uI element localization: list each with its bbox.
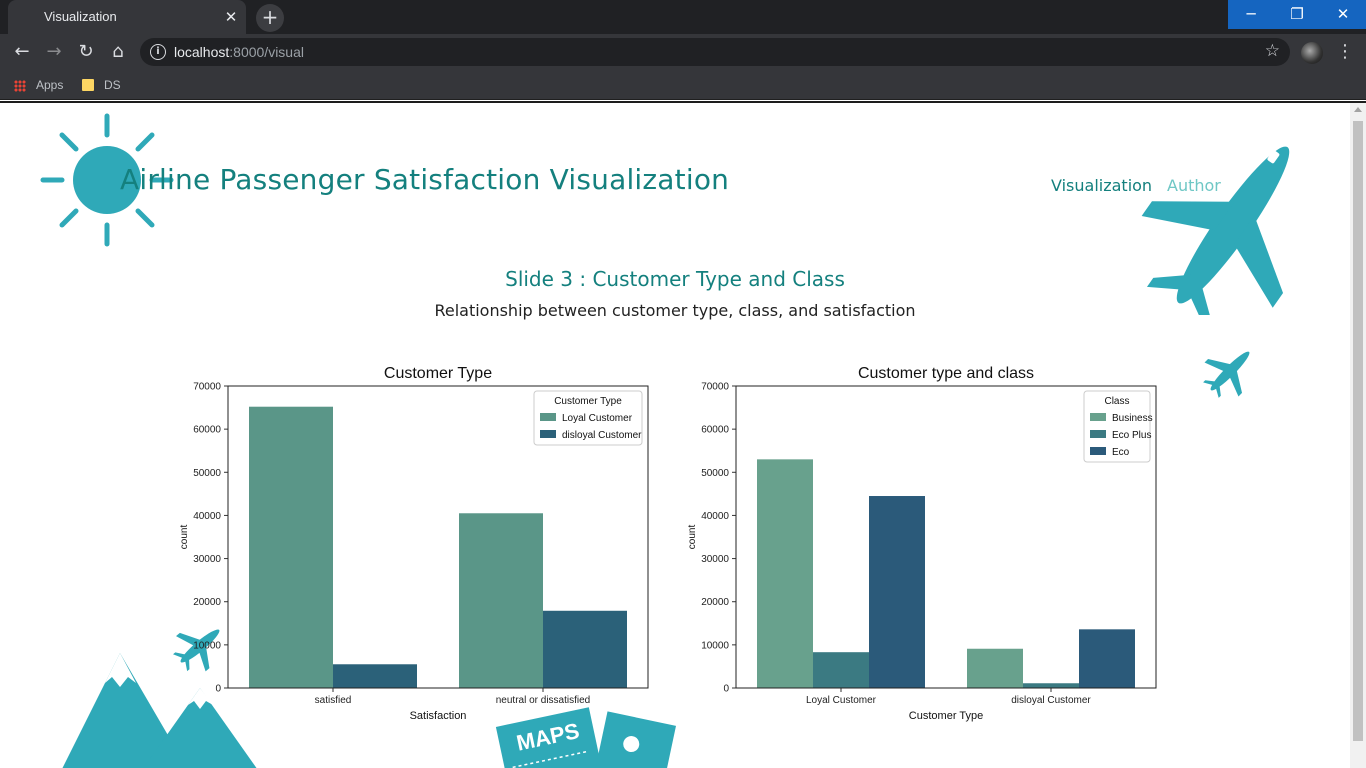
slide-title: Slide 3 : Customer Type and Class [505,267,845,291]
scroll-up-arrow-icon[interactable] [1354,107,1362,112]
legend-swatch [540,413,556,421]
address-bar[interactable]: i localhost:8000/visual ☆ [140,38,1290,66]
bar-loyal-customer [459,513,543,688]
x-tick-label: disloyal Customer [1011,695,1091,706]
bar-disloyal-customer [543,610,627,688]
url-text[interactable]: localhost:8000/visual [174,44,304,60]
browser-menu-icon[interactable]: ⋮ [1336,40,1354,64]
legend-label: Eco Plus [1112,430,1151,441]
page-scrollbar[interactable] [1350,103,1366,768]
y-tick-label: 40000 [701,511,729,522]
chart-customer-type-and-class: Customer type and class 0 10000 20000 30000 4… [687,365,1157,722]
bookmark-ds[interactable]: DS [82,76,121,94]
y-tick-label: 30000 [701,554,729,565]
y-tick-label: 70000 [701,382,729,393]
back-arrow-icon[interactable]: ← [10,40,34,64]
slide-subtitle: Relationship between customer type, clas… [434,301,916,320]
y-tick-label: 20000 [193,597,221,608]
profile-avatar[interactable] [1301,42,1323,64]
close-tab-icon[interactable]: ✕ [222,8,240,26]
x-tick-label: satisfied [315,695,352,706]
legend-label: Eco [1112,447,1130,458]
legend-title: Class [1104,396,1129,407]
bookmark-apps-label: Apps [36,78,64,92]
nav-link-author[interactable]: Author [1167,176,1221,195]
y-tick-label: 0 [723,684,729,695]
legend-label: disloyal Customer [562,430,642,441]
nav-link-visualization[interactable]: Visualization [1051,176,1152,195]
legend-title: Customer Type [554,396,622,407]
bookmark-apps[interactable]: Apps [14,76,63,94]
y-tick-label: 10000 [701,640,729,651]
reload-icon[interactable]: ↻ [74,40,98,64]
y-tick-label: 70000 [193,382,221,393]
y-tick-label: 0 [215,684,221,695]
y-tick-label: 10000 [193,640,221,651]
bookmark-star-icon[interactable]: ☆ [1265,41,1280,61]
legend-label: Loyal Customer [562,413,633,424]
home-icon[interactable]: ⌂ [106,40,130,64]
bar-business [967,648,1023,688]
bookmarks-bar: Apps DS [0,70,1366,100]
legend-swatch [1090,430,1106,438]
scrollbar-thumb[interactable] [1353,121,1363,741]
y-tick-label: 50000 [193,468,221,479]
tab-title: Visualization [44,9,117,24]
bar-loyal-customer [249,406,333,688]
y-axis-label: count [687,525,698,550]
y-axis-label: count [179,525,190,550]
bar-disloyal-customer [333,664,417,688]
apps-grid-icon [14,80,26,92]
y-tick-label: 40000 [193,511,221,522]
page-content: MAPS Airline Passenger Satisfaction Visu… [0,103,1350,768]
y-tick-label: 30000 [193,554,221,565]
y-tick-label: 20000 [701,597,729,608]
chart-customer-type: Customer Type 0 10000 20000 30000 40000 50000 6… [179,365,649,722]
browser-toolbar: ← → ↻ ⌂ i localhost:8000/visual ☆ ⋮ [0,34,1366,70]
x-tick-label: Loyal Customer [806,695,877,706]
close-window-button[interactable]: ✕ [1320,0,1366,29]
site-title: Airline Passenger Satisfaction Visualiza… [120,163,730,196]
active-tab[interactable]: Visualization ✕ [8,0,246,34]
tab-bar: Visualization ✕ + ─ ❐ ✕ [0,0,1366,34]
new-tab-button[interactable]: + [256,4,284,32]
bookmark-ds-label: DS [104,78,121,92]
legend-label: Business [1112,413,1153,424]
bar-eco [1079,629,1135,688]
restore-window-button[interactable]: ❐ [1274,0,1320,29]
y-tick-label: 60000 [193,425,221,436]
folder-icon [82,79,94,91]
forward-arrow-icon[interactable]: → [42,40,66,64]
bar-eco [869,496,925,688]
legend-swatch [1090,447,1106,455]
bar-eco-plus [1023,683,1079,688]
chart-title: Customer Type [384,365,492,382]
y-tick-label: 60000 [701,425,729,436]
legend-swatch [1090,413,1106,421]
x-axis-label: Satisfaction [410,710,467,722]
bar-business [757,459,813,688]
bar-eco-plus [813,652,869,688]
legend-swatch [540,430,556,438]
site-info-icon[interactable]: i [150,44,166,60]
y-tick-label: 50000 [701,468,729,479]
small-airplane-icon [1203,351,1250,398]
x-tick-label: neutral or dissatisfied [496,695,591,706]
chart-title: Customer type and class [858,365,1034,382]
minimize-window-button[interactable]: ─ [1228,0,1274,29]
x-axis-label: Customer Type [909,710,983,722]
